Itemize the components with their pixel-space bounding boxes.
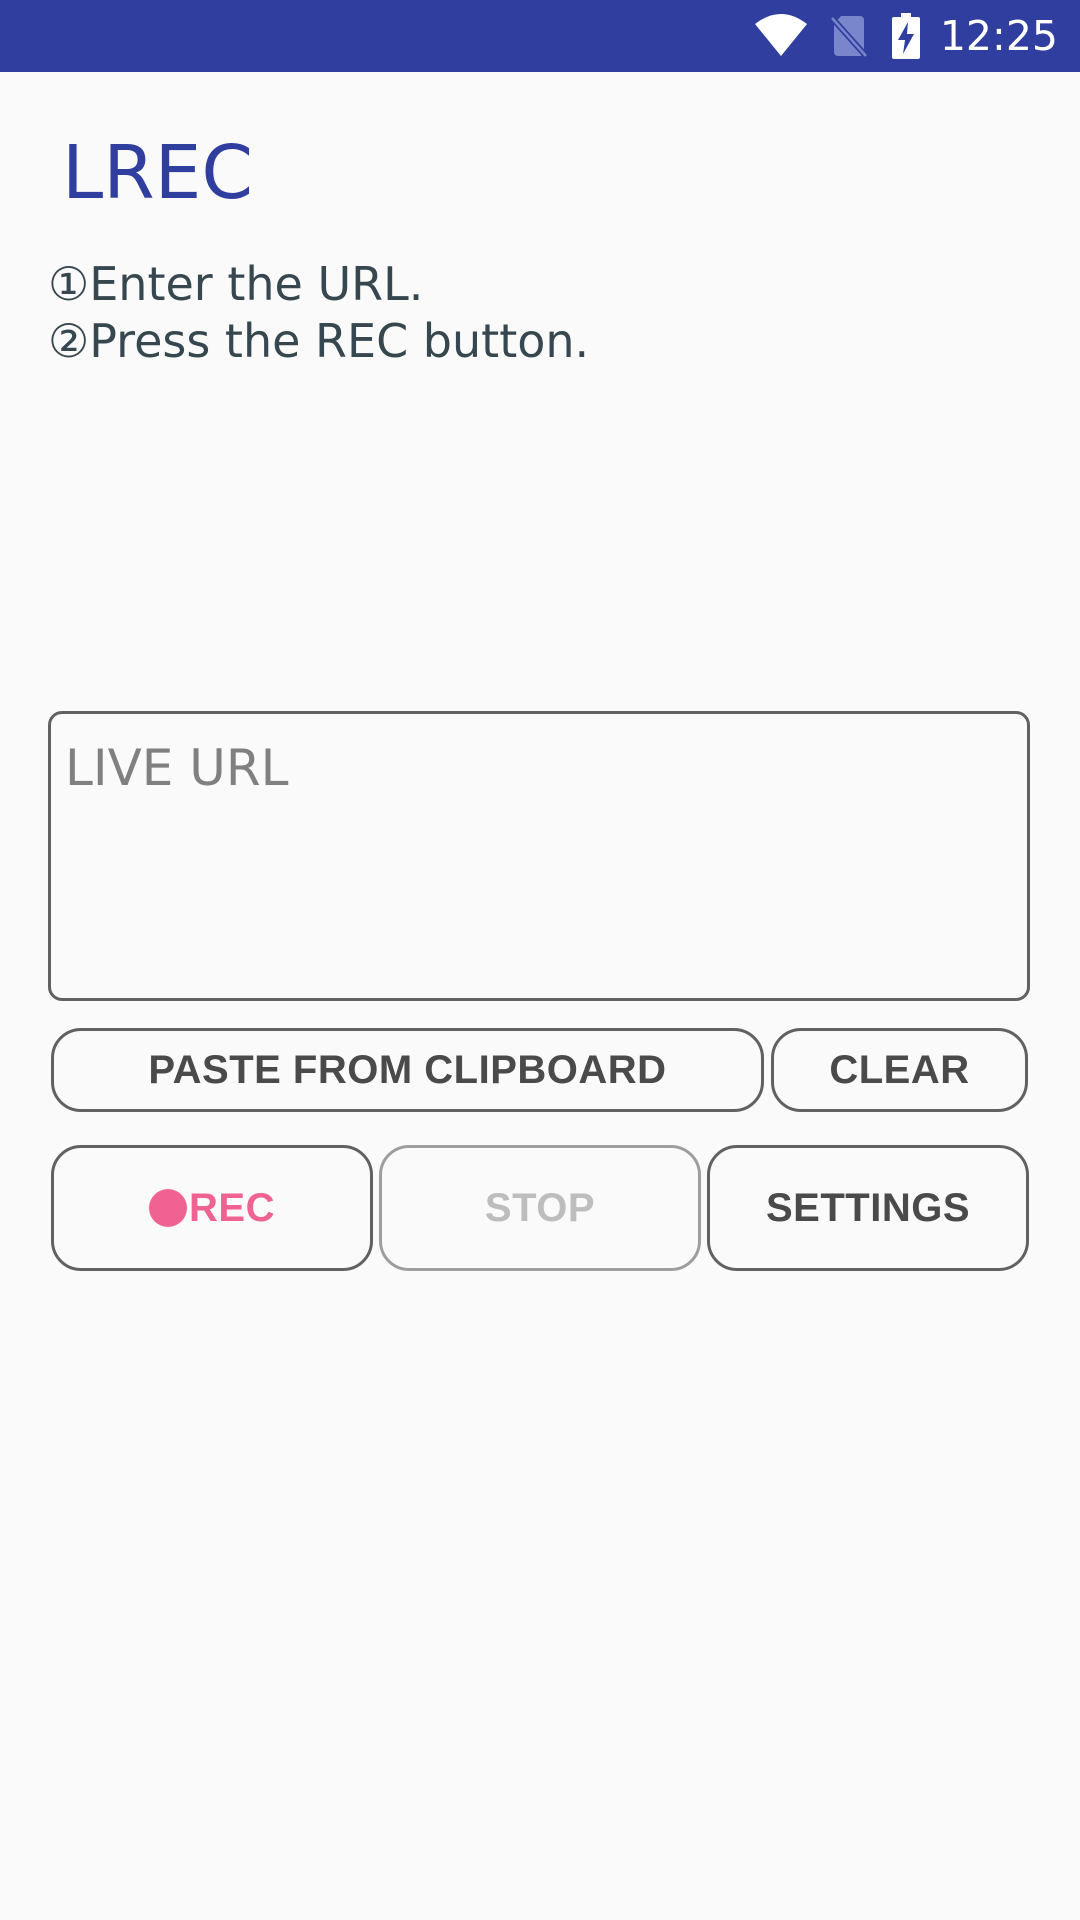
app-title: LREC (62, 130, 254, 216)
battery-charging-icon (891, 13, 920, 59)
instructions: ①Enter the URL. ②Press the REC button. (48, 256, 589, 370)
wifi-icon (754, 14, 808, 58)
live-url-input[interactable] (51, 714, 1027, 998)
rec-button-label: REC (189, 1185, 275, 1230)
instruction-step-2: ②Press the REC button. (48, 314, 590, 368)
no-sim-icon (829, 14, 868, 58)
url-input-box (48, 711, 1030, 1001)
stop-button-label: STOP (484, 1185, 596, 1230)
clear-button[interactable]: CLEAR (771, 1028, 1028, 1112)
rec-button[interactable]: REC (51, 1145, 373, 1271)
status-bar: 12:25 (0, 0, 1080, 72)
settings-button-label: SETTINGS (765, 1185, 971, 1230)
clear-button-label: CLEAR (829, 1047, 970, 1092)
settings-button[interactable]: SETTINGS (707, 1145, 1029, 1271)
paste-button-label: PASTE FROM CLIPBOARD (148, 1047, 667, 1092)
stop-button[interactable]: STOP (379, 1145, 701, 1271)
status-time: 12:25 (939, 12, 1058, 60)
status-icons: 12:25 (754, 0, 1058, 72)
paste-from-clipboard-button[interactable]: PASTE FROM CLIPBOARD (51, 1028, 764, 1112)
record-dot-icon (149, 1189, 188, 1227)
instruction-step-1: ①Enter the URL. (48, 257, 424, 311)
